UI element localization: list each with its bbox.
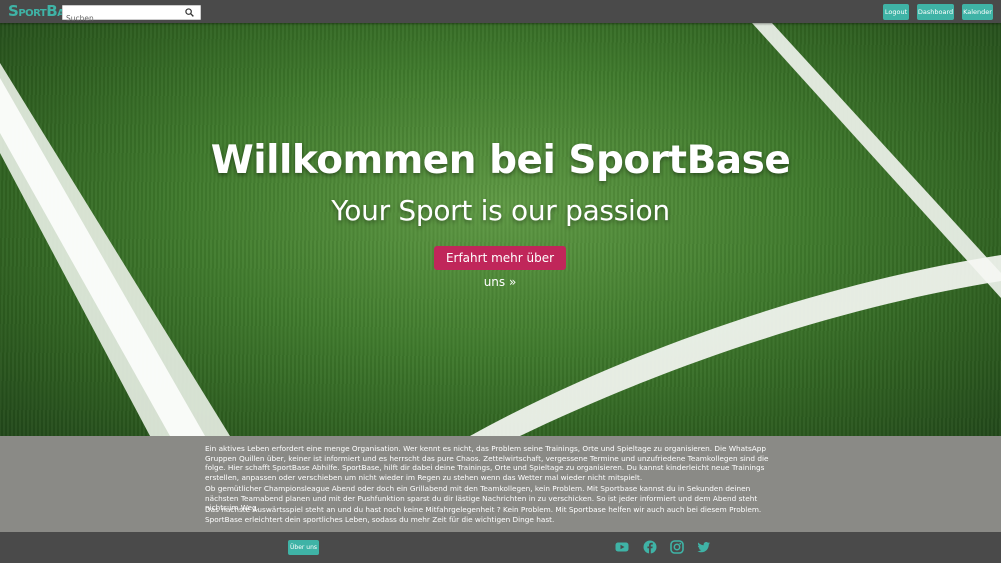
logout-button[interactable]: Logout <box>883 4 909 20</box>
youtube-icon[interactable] <box>615 540 629 554</box>
calendar-button[interactable]: Kalender <box>962 4 993 20</box>
info-paragraph-3: Das nächste Auswärtsspiel steht an und d… <box>205 505 762 524</box>
dashboard-button[interactable]: Dashboard <box>917 4 954 20</box>
search-icon[interactable] <box>185 8 194 17</box>
info-section: Ein aktives Leben erfordert eine menge O… <box>0 436 1001 532</box>
learn-more-button[interactable]: Erfahrt mehr über uns » <box>434 246 566 289</box>
footer: Über uns <box>0 532 1001 563</box>
about-us-button[interactable]: Über uns <box>288 540 319 555</box>
instagram-icon[interactable] <box>670 540 684 554</box>
twitter-icon[interactable] <box>697 540 711 554</box>
hero-background: Willkommen bei SportBase Your Sport is o… <box>0 23 1001 436</box>
search-box <box>62 5 201 25</box>
facebook-icon[interactable] <box>643 540 657 554</box>
info-paragraph-1: Ein aktives Leben erfordert eine menge O… <box>205 444 769 482</box>
hero-title: Willkommen bei SportBase <box>210 138 791 183</box>
field-lines <box>0 23 1001 436</box>
navbar: SPORTBASE Logout Dashboard Kalender <box>0 0 1001 25</box>
hero-subtitle: Your Sport is our passion <box>331 194 670 227</box>
search-input[interactable] <box>63 12 178 25</box>
